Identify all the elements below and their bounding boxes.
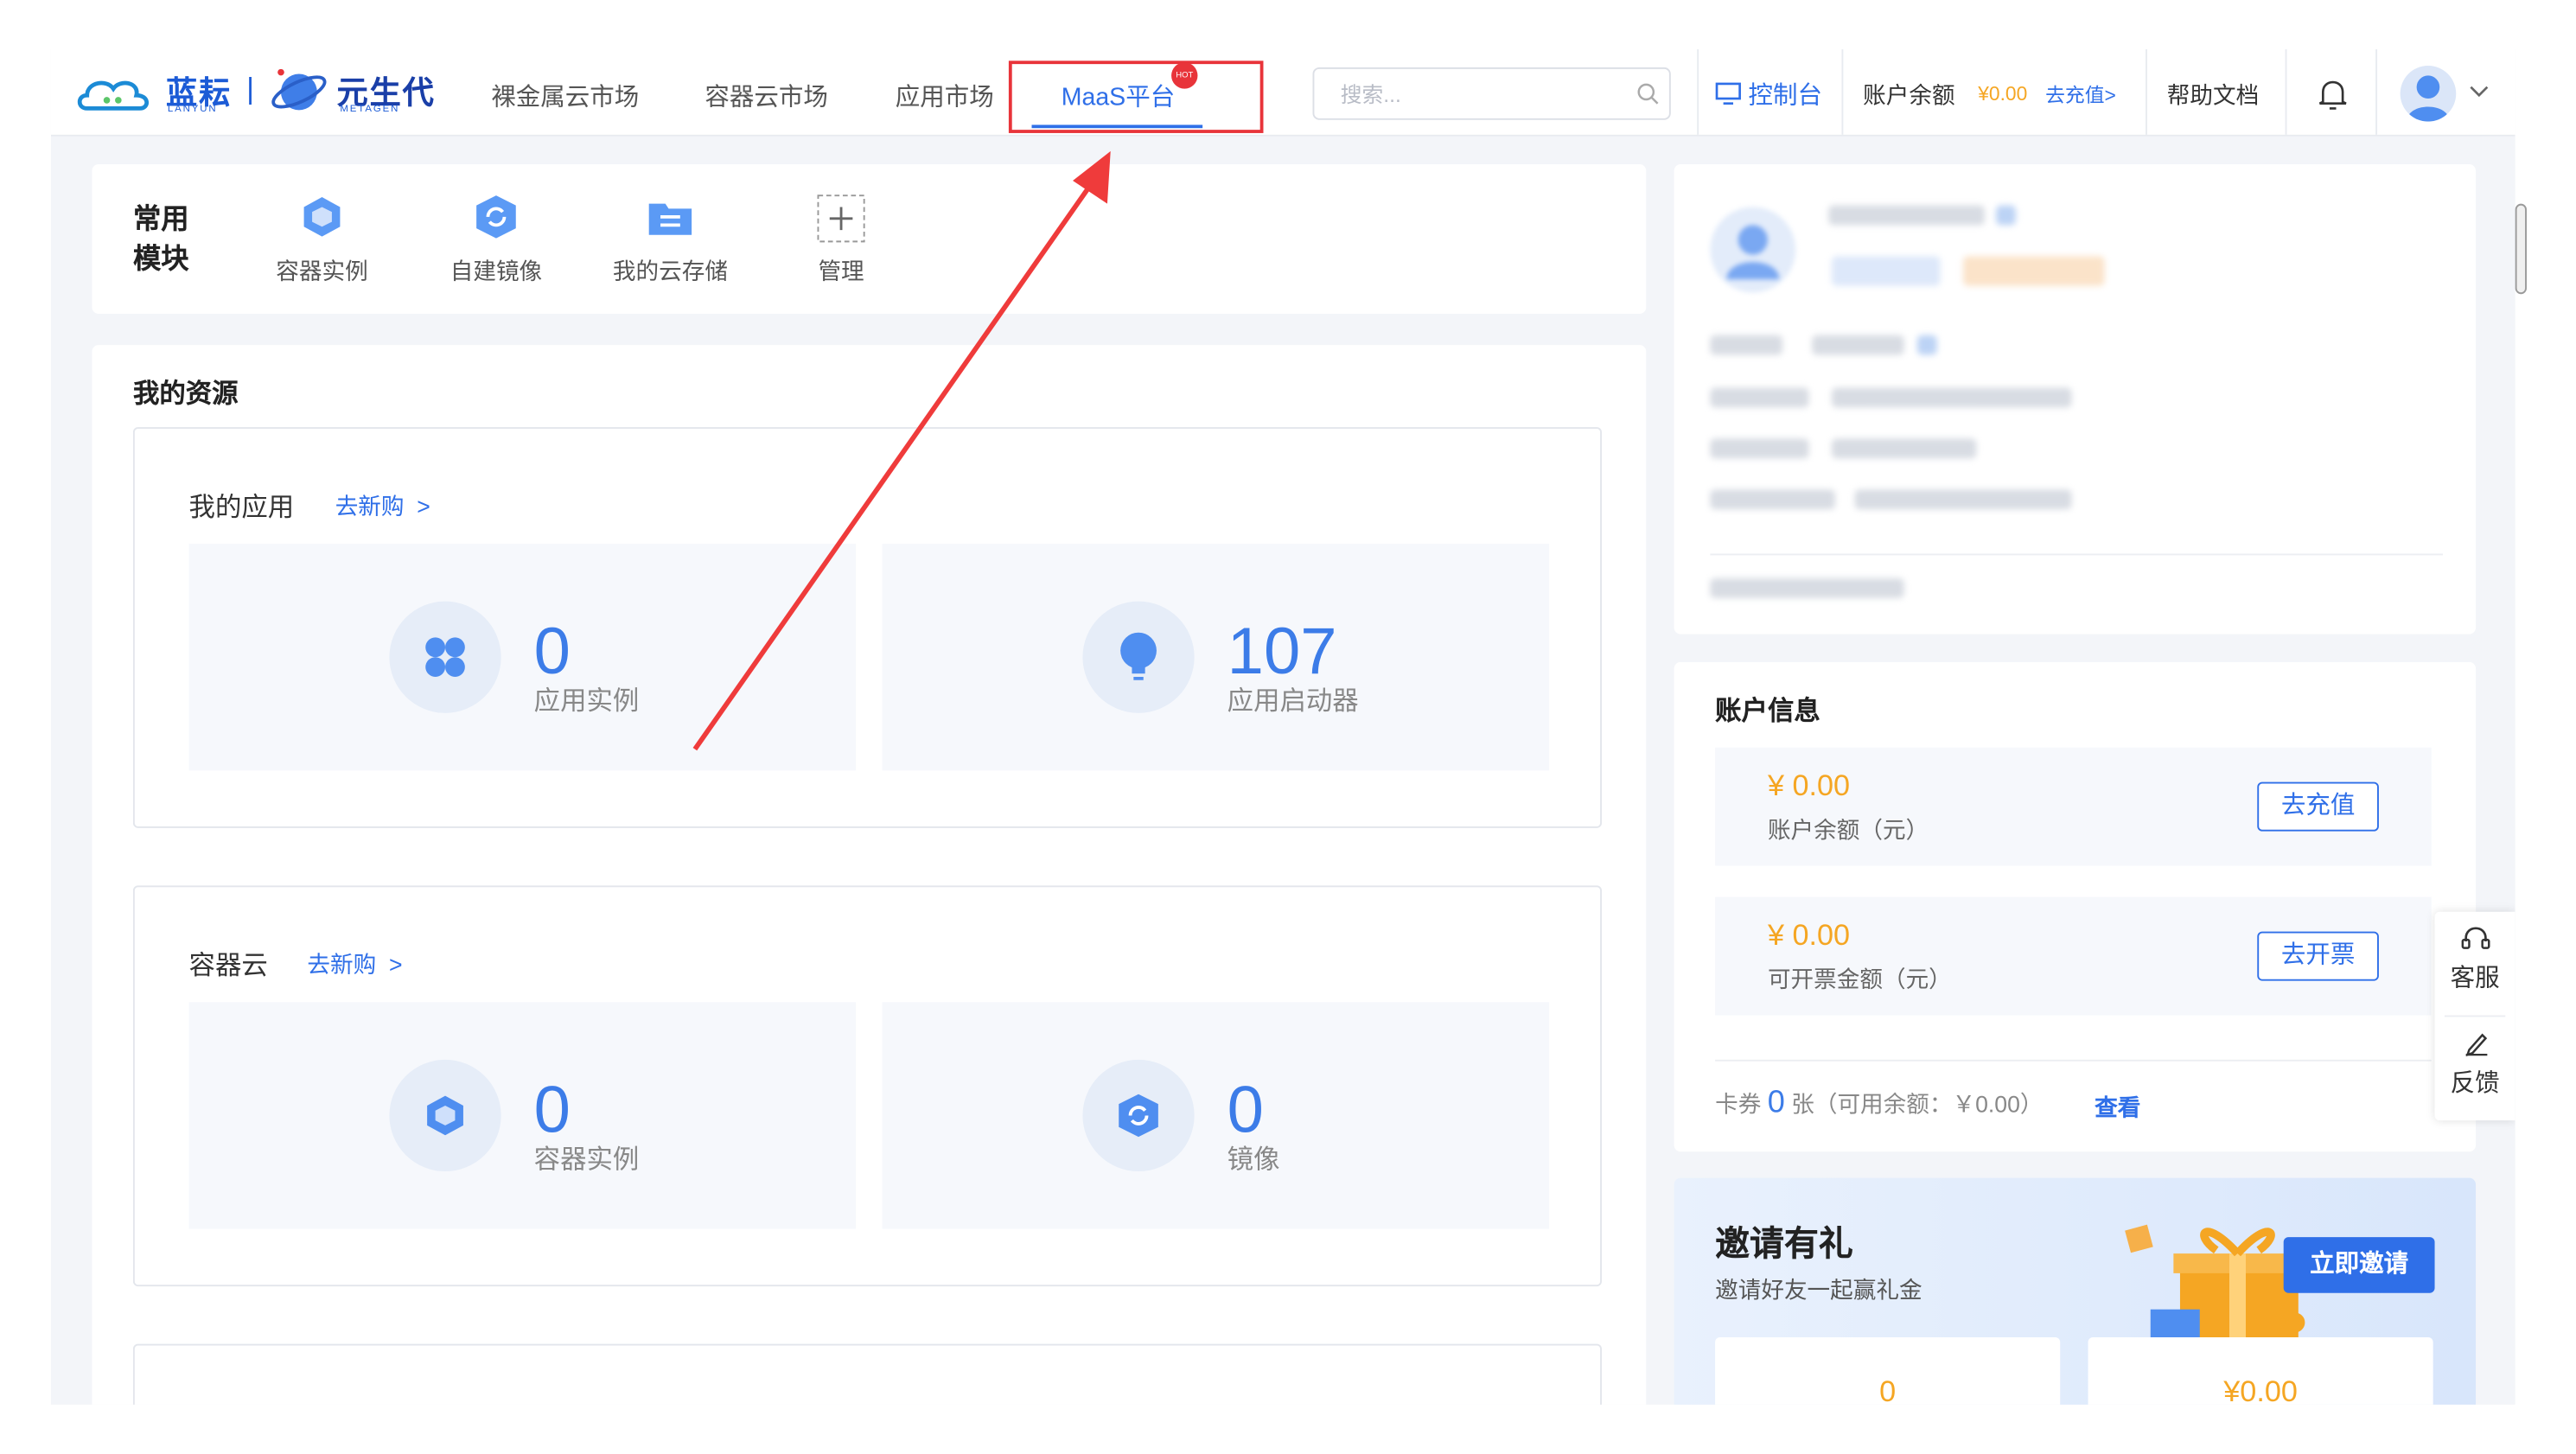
app-window: 蓝耘 LANYUN | 元生代 METAGEN 裸金属云市场 容器云市场 应用市…	[50, 49, 2515, 1405]
annotation-arrow-icon	[692, 150, 1111, 751]
scrollbar-thumb[interactable]	[2515, 203, 2527, 295]
